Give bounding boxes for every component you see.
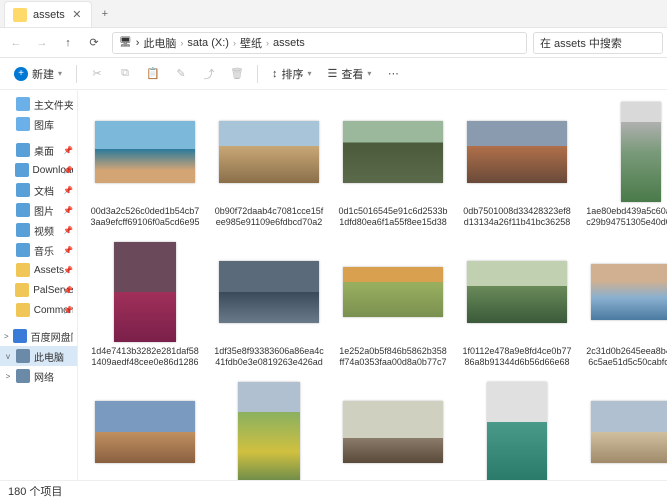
file-item[interactable]: 3d103e7d4dda2d2e2e12125ec3683012e7802740… (458, 378, 576, 480)
file-name: 1e252a0b5f846b5862b358ff74a0353faa00d8a0… (338, 346, 448, 368)
file-name: 1d4e7413b3282e281daf581409aedf48cee0e86d… (90, 346, 200, 368)
file-name: 2c31d0b2645eea8b4bdd446c5ae51d5c50cabfc9… (586, 346, 667, 368)
new-tab-button[interactable]: + (92, 1, 118, 27)
file-item[interactable]: 3d794eb91cd14724011fd4f6c8caef236a19b061… (582, 378, 667, 480)
sidebar-item-assets[interactable]: Assets📌 (0, 260, 77, 280)
sidebar-item-文档[interactable]: 文档📌 (0, 180, 77, 200)
cut-icon[interactable]: ✂ (85, 62, 109, 86)
file-item[interactable]: 2c31d0b2645eea8b4bdd446c5ae51d5c50cabfc9… (582, 238, 667, 372)
sidebar-item-此电脑[interactable]: v此电脑 (0, 346, 77, 366)
file-item[interactable]: 1e252a0b5f846b5862b358ff74a0353faa00d8a0… (334, 238, 452, 372)
file-item[interactable]: 0d1c5016545e91c6d2533b1dfd80ea6f1a55f8ee… (334, 98, 452, 232)
crumb-2[interactable]: 壁纸› (240, 35, 269, 51)
sidebar-item-网络[interactable]: >网络 (0, 366, 77, 386)
sidebar-item-downloads[interactable]: Downloads📌 (0, 160, 77, 180)
breadcrumb[interactable]: 🖥 › 此电脑› sata (X:)› 壁纸› assets (112, 32, 527, 54)
delete-icon[interactable]: 🗑 (225, 62, 249, 86)
pc-icon: 🖥 (119, 37, 132, 48)
tab-assets[interactable]: assets ✕ (4, 1, 92, 27)
crumb-3[interactable]: assets (273, 37, 305, 49)
item-count: 180 个项目 (8, 483, 62, 499)
folder-icon (13, 8, 27, 22)
up-button[interactable]: ↑ (56, 31, 80, 55)
file-name: 1ae80ebd439a5c60a0e153c29b94751305e40d03… (586, 206, 667, 228)
sidebar-item-百度网盘同步空间[interactable]: >百度网盘同步空间 (0, 326, 77, 346)
file-item[interactable]: 00d3a2c526c0ded1b54cb73aa9efcff69106f0a5… (86, 98, 204, 232)
sort-button[interactable]: ↕ 排序▾ (266, 62, 318, 86)
crumb-0[interactable]: 此电脑› (143, 35, 183, 51)
file-item[interactable]: 0db7501008d33428323ef8d13134a26f11b41bc3… (458, 98, 576, 232)
sidebar: 主文件夹图库 桌面📌Downloads📌文档📌图片📌视频📌音乐📌Assets📌P… (0, 90, 78, 480)
sidebar-item-图库[interactable]: 图库 (0, 114, 77, 134)
forward-button[interactable]: → (30, 31, 54, 55)
share-icon[interactable]: ⤴ (197, 62, 221, 86)
file-name: 0d1c5016545e91c6d2533b1dfd80ea6f1a55f8ee… (338, 206, 448, 228)
file-name: 1f0112e478a9e8fd4ce0b7786a8b91344d6b56d6… (462, 346, 572, 368)
file-item[interactable]: 3d3c001d8112fdacd69996ea1d18d23ffd8de01b… (334, 378, 452, 480)
file-grid: 00d3a2c526c0ded1b54cb73aa9efcff69106f0a5… (78, 90, 667, 480)
sidebar-item-音乐[interactable]: 音乐📌 (0, 240, 77, 260)
file-item[interactable]: 1ae80ebd439a5c60a0e153c29b94751305e40d03… (582, 98, 667, 232)
crumb-1[interactable]: sata (X:)› (187, 37, 236, 49)
search-input[interactable]: 在 assets 中搜索 (533, 32, 663, 54)
file-item[interactable]: 1df35e8f93383606a86ea4c41fdb0e3e0819263e… (210, 238, 328, 372)
sidebar-item-图片[interactable]: 图片📌 (0, 200, 77, 220)
file-item[interactable]: 1f0112e478a9e8fd4ce0b7786a8b91344d6b56d6… (458, 238, 576, 372)
close-icon[interactable]: ✕ (71, 9, 83, 21)
sidebar-item-common[interactable]: Common📌 (0, 300, 77, 320)
file-item[interactable]: 1d4e7413b3282e281daf581409aedf48cee0e86d… (86, 238, 204, 372)
file-name: 1df35e8f93383606a86ea4c41fdb0e3e0819263e… (214, 346, 324, 368)
file-name: 0db7501008d33428323ef8d13134a26f11b41bc3… (462, 206, 572, 228)
tab-title: assets (33, 9, 65, 21)
file-name: 0b90f72daab4c7081cce15fee985e91109e6fdbc… (214, 206, 324, 228)
back-button[interactable]: ← (4, 31, 28, 55)
copy-icon[interactable]: ⧉ (113, 62, 137, 86)
sidebar-item-视频[interactable]: 视频📌 (0, 220, 77, 240)
file-item[interactable]: 3c6f362a120f14362598878f19b50ac98e170974… (210, 378, 328, 480)
sidebar-item-主文件夹[interactable]: 主文件夹 (0, 94, 77, 114)
sidebar-item-桌面[interactable]: 桌面📌 (0, 140, 77, 160)
file-item[interactable]: 3bb6e4f5c26d0d22cc5052f60ab58b214823343b… (86, 378, 204, 480)
file-item[interactable]: 0b90f72daab4c7081cce15fee985e91109e6fdbc… (210, 98, 328, 232)
file-name: 00d3a2c526c0ded1b54cb73aa9efcff69106f0a5… (90, 206, 200, 228)
more-icon[interactable]: ⋯ (381, 62, 405, 86)
refresh-button[interactable]: ⟳ (82, 31, 106, 55)
new-button[interactable]: +新建▾ (8, 62, 68, 86)
sidebar-item-palserver[interactable]: PalServer📌 (0, 280, 77, 300)
paste-icon[interactable]: 📋 (141, 62, 165, 86)
rename-icon[interactable]: ✎ (169, 62, 193, 86)
status-bar: 180 个项目 (0, 480, 667, 500)
view-button[interactable]: ☰ 查看▾ (322, 62, 378, 86)
